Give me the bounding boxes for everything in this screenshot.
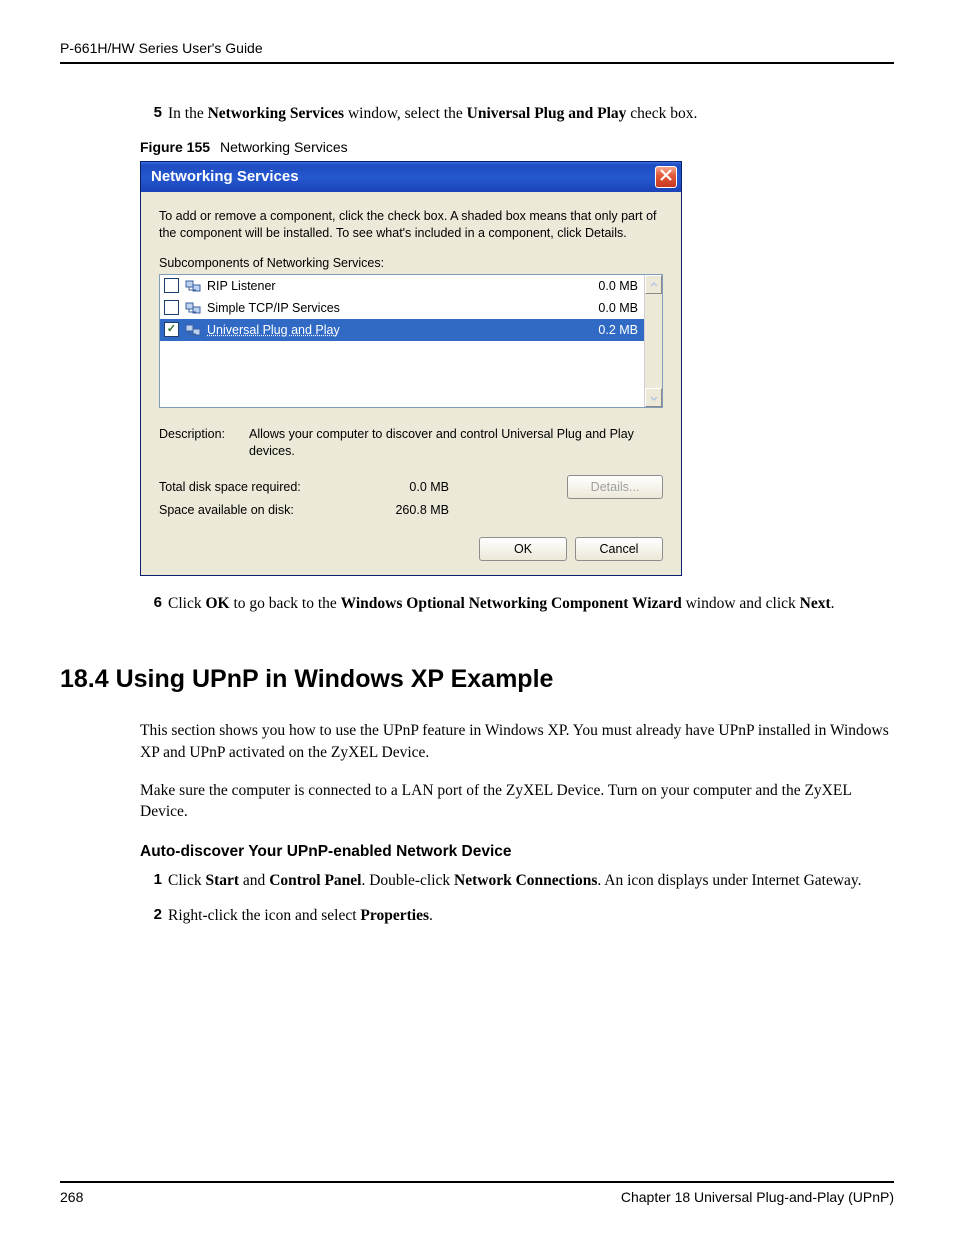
subcomponents-label: Subcomponents of Networking Services: (159, 256, 663, 270)
substep-2: 2 Right-click the icon and select Proper… (140, 906, 894, 927)
disk-required-value: 0.0 MB (349, 480, 449, 494)
list-item[interactable]: Simple TCP/IP Services 0.0 MB (160, 297, 644, 319)
body-paragraph: Make sure the computer is connected to a… (140, 780, 894, 823)
list-item[interactable]: Universal Plug and Play 0.2 MB (160, 319, 644, 341)
dialog-help-text: To add or remove a component, click the … (159, 208, 663, 242)
cancel-button[interactable]: Cancel (575, 537, 663, 561)
subheading: Auto-discover Your UPnP-enabled Network … (140, 843, 894, 861)
description-text: Allows your computer to discover and con… (249, 426, 663, 460)
networking-services-dialog: Networking Services To add or remove a c… (140, 161, 682, 577)
section-heading: 18.4 Using UPnP in Windows XP Example (60, 665, 894, 694)
item-size: 0.0 MB (568, 301, 638, 315)
page-footer: 268 Chapter 18 Universal Plug-and-Play (… (60, 1181, 894, 1205)
checkbox[interactable] (164, 322, 179, 337)
step-number: 5 (140, 104, 168, 125)
scrollbar[interactable] (644, 275, 662, 407)
substep-1: 1 Click Start and Control Panel. Double-… (140, 871, 894, 892)
body-paragraph: This section shows you how to use the UP… (140, 720, 894, 763)
item-size: 0.2 MB (568, 323, 638, 337)
item-name: RIP Listener (207, 279, 568, 293)
checkbox[interactable] (164, 278, 179, 293)
details-button[interactable]: Details... (567, 475, 663, 499)
close-button[interactable] (655, 166, 677, 188)
step-text: Click Start and Control Panel. Double-cl… (168, 871, 894, 892)
step-text: Right-click the icon and select Properti… (168, 906, 894, 927)
description-label: Description: (159, 426, 249, 460)
network-component-icon (185, 300, 201, 316)
figure-caption: Figure 155Networking Services (140, 139, 894, 155)
list-item[interactable]: RIP Listener 0.0 MB (160, 275, 644, 297)
ok-button[interactable]: OK (479, 537, 567, 561)
item-size: 0.0 MB (568, 279, 638, 293)
page-number: 268 (60, 1189, 83, 1205)
disk-available-value: 260.8 MB (349, 503, 449, 517)
step-number: 6 (140, 594, 168, 615)
guide-header: P-661H/HW Series User's Guide (60, 40, 894, 64)
close-icon (660, 168, 672, 185)
disk-required-label: Total disk space required: (159, 480, 349, 494)
chevron-down-icon (650, 390, 658, 405)
step-6: 6 Click OK to go back to the Windows Opt… (140, 594, 894, 615)
step-number: 2 (140, 906, 168, 927)
step-number: 1 (140, 871, 168, 892)
chevron-up-icon (650, 277, 658, 292)
dialog-titlebar[interactable]: Networking Services (141, 162, 681, 192)
checkbox[interactable] (164, 300, 179, 315)
scroll-down-button[interactable] (645, 388, 662, 407)
chapter-label: Chapter 18 Universal Plug-and-Play (UPnP… (621, 1189, 894, 1205)
network-component-icon (185, 278, 201, 294)
item-name: Simple TCP/IP Services (207, 301, 568, 315)
subcomponents-listbox[interactable]: RIP Listener 0.0 MB Simple TCP/IP Servic… (159, 274, 663, 408)
scroll-up-button[interactable] (645, 275, 662, 294)
item-name: Universal Plug and Play (207, 323, 568, 337)
disk-available-label: Space available on disk: (159, 503, 349, 517)
step-5: 5 In the Networking Services window, sel… (140, 104, 894, 125)
step-text: In the Networking Services window, selec… (168, 104, 894, 125)
network-component-icon (185, 322, 201, 338)
step-text: Click OK to go back to the Windows Optio… (168, 594, 894, 615)
dialog-title: Networking Services (151, 168, 299, 185)
